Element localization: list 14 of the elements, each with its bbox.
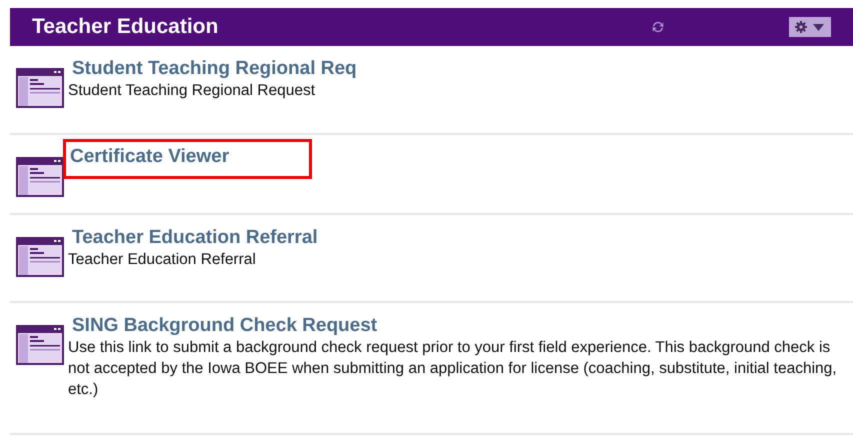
- description: Student Teaching Regional Request: [68, 81, 316, 101]
- link[interactable]: Student Teaching Regional Req: [68, 58, 357, 80]
- description: Teacher Education Referral: [68, 250, 256, 270]
- window-icon: [16, 68, 64, 108]
- link[interactable]: Certificate Viewer: [66, 142, 310, 176]
- settings-button[interactable]: [789, 17, 831, 37]
- refresh-icon[interactable]: [651, 20, 665, 34]
- link[interactable]: Teacher Education Referral: [68, 227, 318, 249]
- panel-title: Teacher Education: [32, 15, 218, 39]
- window-icon: [16, 325, 64, 365]
- description: Use this link to submit a background check request prior to your first field experience. This background check is not accepted by the Iowa BOEE when submitting an application for license (coaching, substitute, initial teaching, etc.): [68, 338, 838, 400]
- window-icon: [16, 237, 64, 277]
- window-icon: [16, 157, 64, 197]
- link[interactable]: SING Background Check Request: [68, 315, 378, 337]
